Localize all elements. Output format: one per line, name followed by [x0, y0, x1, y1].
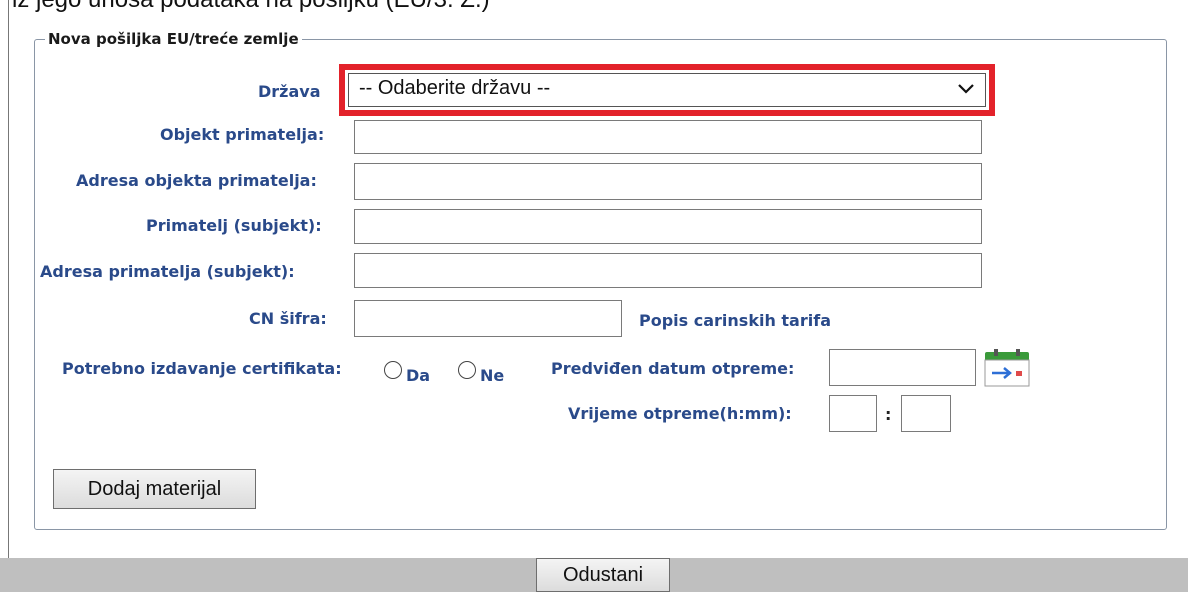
dispatch-date-label: Predviđen datum otpreme: — [551, 359, 795, 378]
top-partial-heading: iz jego unosa podataka na pošiljku (EU/3… — [12, 0, 490, 14]
country-label: Država — [258, 82, 321, 101]
recipient-subject-input[interactable] — [354, 209, 982, 244]
cancel-button[interactable]: Odustani — [536, 558, 670, 592]
dispatch-time-separator: : — [885, 405, 892, 424]
recipient-address-input[interactable] — [354, 253, 982, 288]
customs-tariff-link[interactable]: Popis carinskih tarifa — [639, 311, 831, 330]
dispatch-time-hours-input[interactable] — [829, 395, 877, 432]
certificate-yes-label: Da — [406, 366, 431, 385]
calendar-icon[interactable] — [984, 349, 1030, 387]
recipient-address-label: Adresa primatelja (subjekt): — [40, 262, 295, 281]
recipient-object-label: Objekt primatelja: — [160, 125, 325, 144]
dispatch-time-label: Vrijeme otpreme(h:mm): — [568, 404, 792, 423]
country-select-value: -- Odaberite državu -- — [359, 77, 551, 99]
certificate-no-radio[interactable] — [458, 361, 476, 379]
chevron-down-icon — [958, 84, 974, 94]
fieldset-legend: Nova pošiljka EU/treće zemlje — [48, 30, 299, 48]
recipient-object-address-label: Adresa objekta primatelja: — [76, 171, 317, 190]
certificate-label: Potrebno izdavanje certifikata: — [62, 359, 342, 378]
country-select[interactable]: -- Odaberite državu -- — [348, 73, 986, 107]
dispatch-time-minutes-input[interactable] — [901, 395, 951, 432]
add-material-button[interactable]: Dodaj materijal — [53, 469, 256, 509]
certificate-no-label: Ne — [480, 366, 505, 385]
dispatch-date-input[interactable] — [829, 349, 976, 386]
certificate-yes-radio[interactable] — [384, 361, 402, 379]
cn-code-input[interactable] — [354, 300, 622, 337]
cn-code-label: CN šifra: — [249, 309, 327, 328]
recipient-object-address-input[interactable] — [354, 163, 982, 200]
page-left-border — [8, 0, 9, 560]
recipient-object-input[interactable] — [354, 120, 982, 154]
recipient-subject-label: Primatelj (subjekt): — [146, 216, 322, 235]
